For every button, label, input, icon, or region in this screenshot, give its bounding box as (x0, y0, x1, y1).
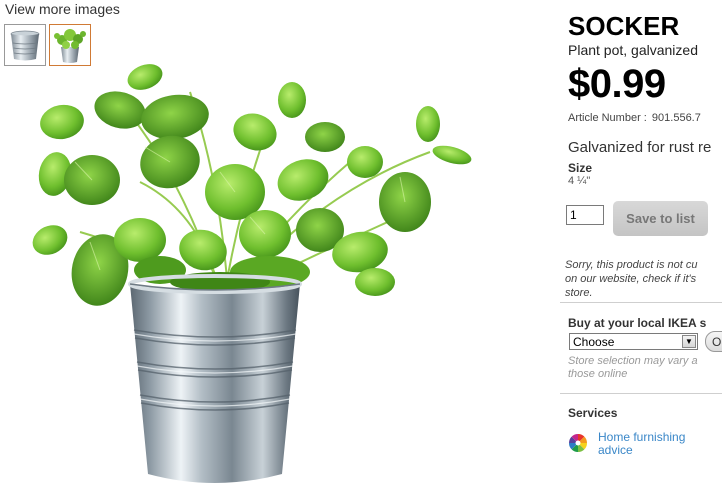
store-note-line: those online (568, 368, 628, 380)
product-name: SOCKER (568, 11, 680, 41)
pot-thumbnail-image (10, 30, 40, 61)
store-select-value: Choose (573, 335, 615, 349)
chevron-down-icon[interactable]: ▼ (682, 335, 696, 348)
size-label: Size (568, 161, 593, 175)
notice-line: on our website, check if it's (565, 273, 697, 285)
image-gallery: View more images (0, 0, 560, 496)
store-note-line: Store selection may vary a (568, 355, 698, 367)
store-selection-note: Store selection may vary a those online (568, 355, 698, 381)
notice-line: store. (565, 287, 593, 299)
divider (560, 302, 722, 303)
product-main-image (32, 64, 472, 483)
local-store-title: Buy at your local IKEA s (568, 316, 707, 330)
quantity-input[interactable] (566, 205, 604, 225)
notice-line: Sorry, this product is not cu (565, 259, 698, 271)
size-value: 4 ¼" (568, 175, 591, 187)
store-select[interactable]: Choose ▼ (569, 333, 698, 350)
product-price: $0.99 (568, 62, 666, 106)
article-number: Article Number : 901.556.7 (568, 112, 701, 124)
services-title: Services (568, 406, 618, 420)
color-wheel-icon (568, 433, 588, 453)
thumbnail-empty-pot[interactable] (4, 24, 46, 66)
availability-notice: Sorry, this product is not cu on our web… (565, 258, 722, 300)
home-furnishing-advice-link[interactable]: Home furnishing advice (598, 431, 685, 457)
save-to-list-button[interactable]: Save to list (613, 201, 708, 236)
product-type: Plant pot, galvanized (568, 42, 698, 58)
article-number-label: Article Number : (568, 112, 647, 124)
product-description: Galvanized for rust re (568, 139, 712, 156)
product-info-panel: SOCKER Plant pot, galvanized $0.99 Artic… (560, 0, 722, 496)
thumbnail-pot-with-plant[interactable] (49, 24, 91, 66)
divider (560, 393, 722, 394)
service-link-line: advice (598, 443, 633, 457)
article-number-value: 901.556.7 (651, 112, 701, 124)
plant-thumbnail-image (54, 29, 86, 63)
store-ok-button[interactable]: O (705, 331, 722, 352)
view-more-images-label: View more images (5, 1, 120, 17)
